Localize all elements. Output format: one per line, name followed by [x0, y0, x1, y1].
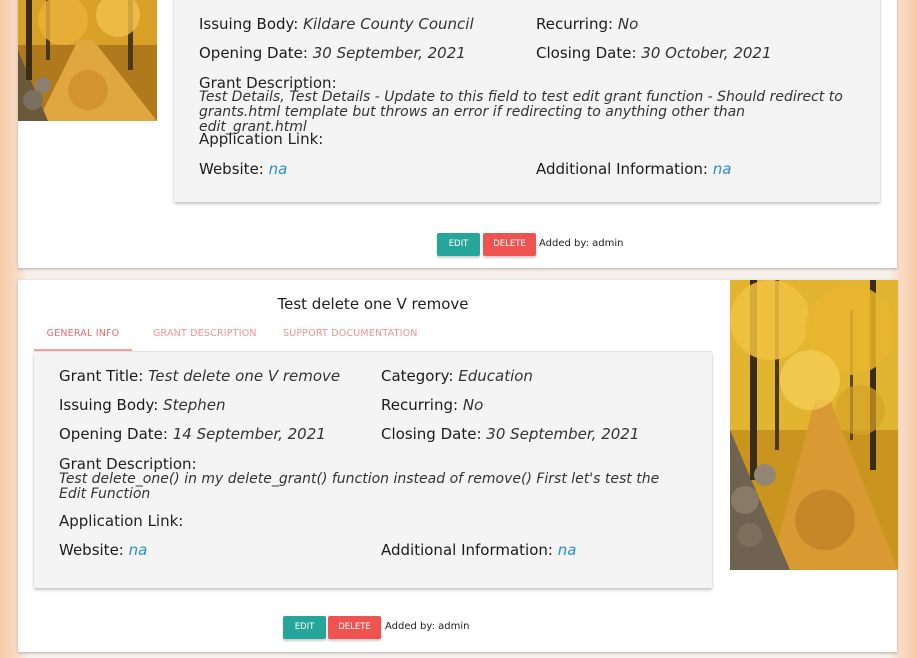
recurring-label: Recurring: [381, 396, 459, 414]
closing-date-field: Closing Date: 30 September, 2021 [381, 425, 639, 443]
recurring-label: Recurring: [536, 15, 614, 33]
application-link-label: Application Link: [59, 512, 184, 530]
grants-page: Issuing Body: Kildare County Council Rec… [0, 0, 917, 658]
closing-date-label: Closing Date: [381, 425, 482, 443]
opening-date-field: Opening Date: 30 September, 2021 [199, 44, 466, 62]
additional-info-link[interactable]: na [713, 160, 732, 178]
delete-button[interactable]: Delete [483, 233, 536, 256]
grant-title-label: Grant Title: [59, 367, 144, 385]
website-label: Website: [59, 541, 124, 559]
website-field: Website: na [199, 160, 287, 178]
grant-title-field: Grant Title: Test delete one V remove [59, 367, 340, 385]
issuing-body-value: Stephen [163, 396, 226, 414]
edit-button[interactable]: Edit [283, 616, 326, 639]
closing-date-field: Closing Date: 30 October, 2021 [536, 44, 772, 62]
delete-button[interactable]: Delete [328, 616, 381, 639]
grant-card-title: Test delete one V remove [277, 295, 469, 313]
website-label: Website: [199, 160, 264, 178]
opening-date-label: Opening Date: [199, 44, 308, 62]
grant-tabs: General Info Grant Description Support D… [34, 318, 712, 352]
grant-description-value: Test delete_one() in my delete_grant() f… [59, 471, 660, 502]
category-field: Category: Education [381, 367, 533, 385]
recurring-field: Recurring: No [536, 15, 638, 33]
issuing-body-field: Issuing Body: Kildare County Council [199, 15, 474, 33]
recurring-value: No [462, 396, 484, 414]
opening-date-label: Opening Date: [59, 425, 168, 443]
issuing-body-label: Issuing Body: [59, 396, 159, 414]
grant-card: Issuing Body: Kildare County Council Rec… [18, 0, 897, 268]
closing-date-value: 30 October, 2021 [641, 44, 772, 62]
issuing-body-label: Issuing Body: [199, 15, 299, 33]
grant-title-value: Test delete one V remove [148, 367, 341, 385]
additional-info-field: Additional Information: na [381, 541, 576, 559]
closing-date-label: Closing Date: [536, 44, 637, 62]
opening-date-value: 14 September, 2021 [172, 425, 326, 443]
website-link[interactable]: na [269, 160, 288, 178]
closing-date-value: 30 September, 2021 [486, 425, 640, 443]
additional-info-label: Additional Information: [536, 160, 708, 178]
opening-date-field: Opening Date: 14 September, 2021 [59, 425, 326, 443]
category-value: Education [458, 367, 533, 385]
grant-card: Test delete one V remove General Info Gr… [18, 280, 898, 652]
application-link-label: Application Link: [199, 130, 324, 148]
additional-info-field: Additional Information: na [536, 160, 731, 178]
edit-button[interactable]: Edit [437, 233, 480, 256]
opening-date-value: 30 September, 2021 [312, 44, 466, 62]
recurring-value: No [617, 15, 639, 33]
issuing-body-field: Issuing Body: Stephen [59, 396, 226, 414]
tab-general-info[interactable]: General Info [34, 318, 132, 351]
additional-info-link[interactable]: na [558, 541, 577, 559]
website-link[interactable]: na [129, 541, 148, 559]
category-label: Category: [381, 367, 454, 385]
tab-support-documentation[interactable]: Support Documentation [283, 318, 418, 350]
general-info-panel: Grant Title: Test delete one V remove Ca… [34, 352, 712, 588]
recurring-field: Recurring: No [381, 396, 483, 414]
issuing-body-value: Kildare County Council [303, 15, 474, 33]
grant-description-value: Test Details, Test Details - Update to t… [199, 89, 843, 135]
grant-image [18, 0, 157, 121]
additional-info-label: Additional Information: [381, 541, 553, 559]
added-by: Added by: admin [385, 621, 470, 632]
grant-image [730, 280, 898, 570]
tab-grant-description[interactable]: Grant Description [153, 318, 257, 350]
website-field: Website: na [59, 541, 147, 559]
general-info-panel: Issuing Body: Kildare County Council Rec… [174, 0, 880, 202]
added-by: Added by: admin [539, 238, 624, 249]
